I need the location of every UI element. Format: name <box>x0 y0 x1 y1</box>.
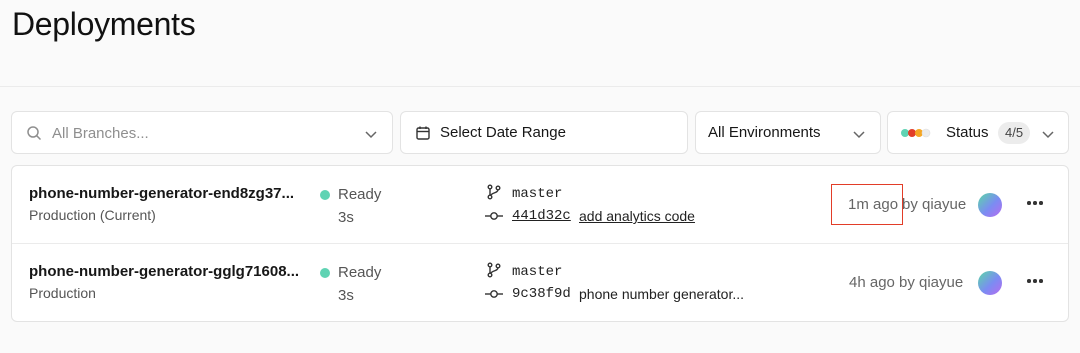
status-dot-icon <box>320 190 330 200</box>
branch-name[interactable]: master <box>512 186 562 202</box>
more-dot <box>1033 201 1037 205</box>
deployment-author: by qiayue <box>902 196 967 213</box>
calendar-icon <box>416 126 430 140</box>
branch-filter[interactable] <box>11 111 393 154</box>
chevron-down-icon <box>1042 131 1054 139</box>
deployment-duration: 3s <box>338 287 354 304</box>
commit-hash[interactable]: 9c38f9d <box>512 286 571 302</box>
page-header: Deployments <box>0 0 1080 87</box>
deployment-name[interactable]: phone-number-generator-gglg71608... <box>29 263 304 280</box>
more-dot <box>1033 279 1037 283</box>
status-colors-icon <box>901 128 931 138</box>
page-title: Deployments <box>12 6 196 42</box>
deployment-time: 4h ago <box>849 274 895 291</box>
commit-hash-link[interactable]: 441d32c <box>512 208 571 224</box>
deployment-state: Ready <box>338 186 382 203</box>
git-branch-icon <box>487 184 501 200</box>
deployment-name[interactable]: phone-number-generator-end8zg37... <box>29 185 304 202</box>
environment-label: All Environments <box>708 124 821 141</box>
more-dot <box>1039 201 1043 205</box>
status-dot-icon <box>320 268 330 278</box>
more-horizontal-icon <box>1027 201 1031 205</box>
deployment-duration: 3s <box>338 209 354 226</box>
deployment-time: 1m ago <box>848 196 899 213</box>
git-commit-icon <box>485 290 503 298</box>
deployment-author: by qiayue <box>899 274 964 291</box>
branch-search-input[interactable] <box>52 122 352 144</box>
deployment-row[interactable]: phone-number-generator-gglg71608... Prod… <box>12 244 1068 322</box>
status-filter[interactable]: Status 4/5 <box>887 111 1069 154</box>
deployment-environment: Production (Current) <box>29 207 156 223</box>
deployment-row[interactable]: phone-number-generator-end8zg37... Produ… <box>12 166 1068 244</box>
search-icon <box>27 126 42 141</box>
date-range-picker[interactable]: Select Date Range <box>400 111 688 154</box>
deployment-environment: Production <box>29 285 96 301</box>
more-horizontal-icon <box>1027 279 1031 283</box>
status-count-badge: 4/5 <box>998 122 1031 144</box>
commit-message-link[interactable]: add analytics code <box>579 208 695 224</box>
chevron-down-icon <box>853 131 865 139</box>
git-commit-icon <box>485 212 503 220</box>
commit-message[interactable]: phone number generator... <box>579 286 744 302</box>
deployments-table: phone-number-generator-end8zg37... Produ… <box>11 165 1069 322</box>
chevron-down-icon[interactable] <box>364 127 378 141</box>
date-range-label: Select Date Range <box>440 124 566 141</box>
status-label: Status <box>946 124 989 141</box>
more-dot <box>1039 279 1043 283</box>
deployment-state: Ready <box>338 264 382 281</box>
environment-select[interactable]: All Environments <box>695 111 881 154</box>
more-options-button[interactable] <box>1023 269 1047 293</box>
git-branch-icon <box>487 262 501 278</box>
branch-name[interactable]: master <box>512 264 562 280</box>
avatar[interactable] <box>978 271 1002 295</box>
more-options-button[interactable] <box>1023 191 1047 215</box>
avatar[interactable] <box>978 193 1002 217</box>
